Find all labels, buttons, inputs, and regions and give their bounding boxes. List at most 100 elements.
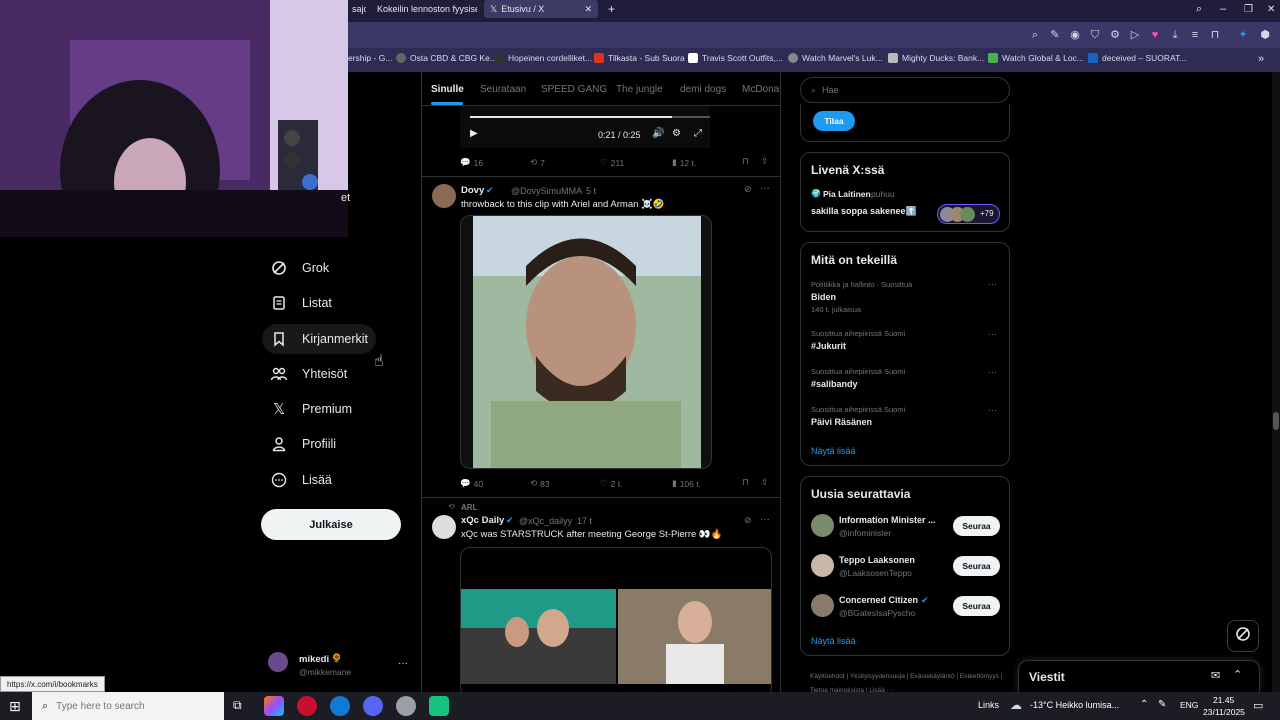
tab-demi-dogs[interactable]: demi dogs [680, 84, 726, 95]
trend-more-icon[interactable]: ··· [988, 367, 997, 377]
follow-name[interactable]: Teppo Laaksonen [839, 555, 915, 565]
grok-icon[interactable]: ⊘ [744, 184, 752, 195]
play-icon[interactable]: ▷ [1128, 28, 1142, 42]
follow-button[interactable]: Seuraa [953, 516, 1000, 536]
messages-drawer[interactable]: Viestit ✉ ⌃ [1018, 660, 1260, 692]
links-toolbar[interactable]: Links [978, 700, 999, 710]
settings-icon[interactable]: ⚙ [1108, 28, 1122, 42]
extension-icon[interactable]: ✦ [1236, 28, 1250, 42]
reply-button[interactable]: 💬 40 [460, 478, 483, 489]
nav-premium[interactable]: 𝕏 Premium [262, 394, 360, 424]
share-icon[interactable]: ⇪ [761, 477, 769, 488]
nav-bookmarks[interactable]: Kirjanmerkit [262, 324, 376, 354]
clock-time[interactable]: 21.45 [1213, 695, 1234, 705]
tab-partial[interactable]: sajo [346, 0, 366, 18]
language-indicator[interactable]: ENG [1180, 700, 1198, 710]
footer-link[interactable]: Käyttöehdot [810, 673, 845, 680]
like-button[interactable]: ♡ 2 t. [600, 478, 622, 489]
volume-icon[interactable]: 🔊 [652, 128, 664, 139]
lock-icon[interactable]: ⊓ [1208, 28, 1222, 42]
new-tab-button[interactable]: + [602, 0, 616, 18]
clock-date[interactable]: 23/11/2025 [1203, 707, 1245, 717]
avatar[interactable] [432, 515, 456, 539]
nav-grok[interactable]: Grok [262, 253, 337, 283]
follow-name[interactable]: Concerned Citizen [839, 595, 918, 605]
live-host[interactable]: Pia Laitinen [823, 189, 871, 199]
nav-more[interactable]: Lisää [262, 465, 340, 495]
trend-more-icon[interactable]: ··· [988, 329, 997, 339]
tab-x-home[interactable]: 𝕏 Etusivu / X ✕ [484, 0, 598, 18]
search-input[interactable] [822, 85, 983, 95]
avatar[interactable] [811, 594, 834, 617]
weather-text[interactable]: -13°C Heikko lumisa... [1030, 700, 1119, 710]
tab-the-jungle[interactable]: The jungle [616, 84, 663, 95]
avatar[interactable] [811, 554, 834, 577]
close-window-icon[interactable]: ✕ [1261, 0, 1280, 18]
search-box[interactable]: ⌕ [800, 77, 1010, 103]
bookmark-item[interactable]: Mighty Ducks: Bank... [888, 53, 984, 63]
subscribe-button[interactable]: Tilaa [813, 111, 855, 131]
cube-icon[interactable]: ⬢ [1258, 28, 1272, 42]
bookmark-item[interactable]: Watch Marvel's Luk... [788, 53, 883, 63]
follow-button[interactable]: Seuraa [953, 556, 1000, 576]
avatar[interactable] [268, 652, 288, 672]
reposted-by[interactable]: ARL [461, 503, 477, 512]
follow-name[interactable]: Information Minister ... [839, 515, 936, 525]
repost-button[interactable]: ⟲ 83 [530, 478, 550, 489]
follow-handle[interactable]: @infominister [839, 528, 891, 538]
tweet-author-name[interactable]: Dovy [461, 185, 484, 196]
tray-overflow-icon[interactable]: ⌃ [1140, 699, 1148, 710]
windows-start-icon[interactable]: ⊞ [9, 698, 21, 715]
pen-icon[interactable]: ✎ [1158, 699, 1166, 710]
nav-lists[interactable]: Listat [262, 288, 340, 318]
taskbar-app-icon[interactable] [429, 696, 449, 716]
share-icon[interactable]: ⇪ [761, 156, 769, 167]
search-icon[interactable]: ⌕ [1028, 28, 1042, 42]
avatar[interactable] [811, 514, 834, 537]
tweet-time[interactable]: 17 t [577, 516, 592, 526]
tweet-media[interactable] [460, 547, 772, 692]
footer-link[interactable]: Esteettömyys [960, 673, 999, 680]
tweet-handle[interactable]: @DovySimuMMA [511, 186, 582, 196]
tweet-time[interactable]: 5 t [586, 186, 596, 196]
scrollbar-thumb[interactable] [1273, 412, 1279, 430]
discord-icon[interactable] [363, 696, 383, 716]
tab-mcdonal[interactable]: McDonal [742, 84, 780, 95]
camera-icon[interactable]: ◉ [1068, 28, 1082, 42]
grok-icon[interactable]: ⊘ [744, 515, 752, 526]
new-message-icon[interactable]: ✉ [1211, 669, 1220, 682]
bookmarks-overflow-icon[interactable]: » [1258, 53, 1264, 65]
shield-icon[interactable]: ⛉ [1088, 28, 1102, 42]
notification-icon[interactable]: ▭ [1253, 699, 1263, 712]
bookmark-item[interactable]: deceived – SUORAT... [1088, 53, 1186, 63]
bookmark-item[interactable]: Watch Global & Loc... [988, 53, 1084, 63]
bookmark-icon[interactable]: ⊓ [742, 477, 749, 488]
bookmark-icon[interactable]: ⊓ [742, 156, 749, 167]
views-button[interactable]: ▮ 106 t. [672, 478, 701, 489]
post-button[interactable]: Julkaise [261, 509, 401, 540]
minimize-icon[interactable]: – [1214, 0, 1232, 18]
nav-profile[interactable]: Profiili [262, 429, 344, 459]
follow-button[interactable]: Seuraa [953, 596, 1000, 616]
taskbar-app-icon[interactable] [396, 696, 416, 716]
video-player[interactable] [460, 106, 710, 148]
download-icon[interactable]: ⤓ [1168, 28, 1182, 42]
taskbar-search-input[interactable] [56, 700, 207, 712]
reply-button[interactable]: 💬 16 [460, 157, 483, 168]
search-tabs-icon[interactable]: ⌕ [1190, 0, 1208, 18]
footer-link[interactable]: Evästekäytäntö [910, 673, 954, 680]
follow-handle[interactable]: @LaaksosenTeppo [839, 568, 912, 578]
bookmark-item[interactable]: Tilkasta - Sub Suora [594, 53, 685, 63]
show-more-link[interactable]: Näytä lisää [811, 446, 856, 456]
live-listeners[interactable]: +79 [937, 204, 1000, 224]
task-view-icon[interactable]: ⧉ [233, 698, 242, 713]
like-button[interactable]: ♡ 211 [600, 157, 624, 168]
tab-kokeilin[interactable]: Kokeilin lennoston fyysise [367, 0, 477, 18]
opera-gx-icon[interactable] [297, 696, 317, 716]
avatar[interactable] [432, 184, 456, 208]
tweet-author-name[interactable]: xQc Daily [461, 515, 504, 526]
tweet-handle[interactable]: @xQc_dailyy [519, 516, 572, 526]
bookmark-item[interactable]: Hopeinen cordelliket... [494, 53, 592, 63]
views-button[interactable]: ▮ 12 t. [672, 157, 696, 168]
taskbar-app-icon[interactable] [264, 696, 284, 716]
